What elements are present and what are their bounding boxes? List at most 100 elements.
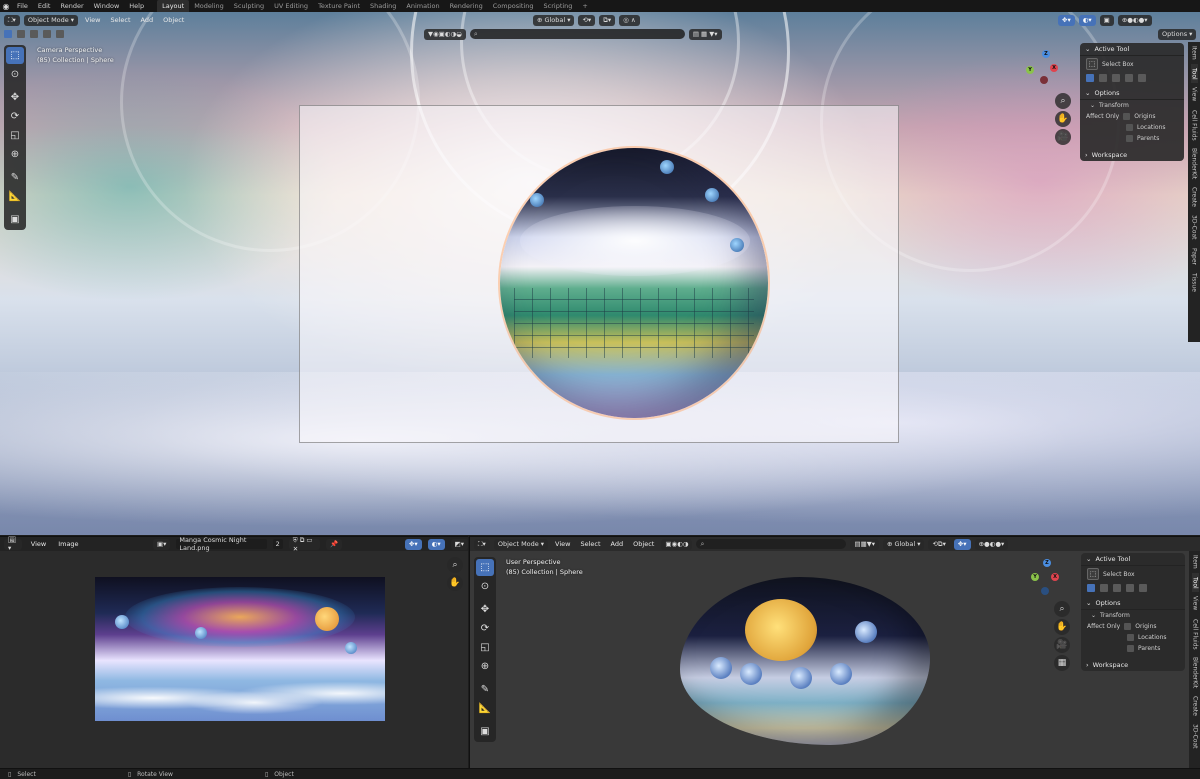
display-channels-icon[interactable]: ◩▾ [450,538,468,550]
pin-icon[interactable]: 📌 [325,538,343,550]
editor-type-button[interactable]: ⛶▾ [4,14,20,26]
tab-tissue[interactable]: Tissue [1191,269,1198,296]
viewport-camera[interactable]: ⛶▾ Object Mode ▾ View Select Add Object ⊕… [0,12,1200,535]
xray-icon[interactable]: ▣ [1099,14,1114,26]
parents-checkbox[interactable] [1127,645,1134,652]
menu-add[interactable]: Add [608,540,627,548]
mode-selector[interactable]: Object Mode ▾ [493,538,549,550]
affect-parents-row[interactable]: Parents [1081,643,1185,654]
locations-checkbox[interactable] [1126,124,1133,131]
rotate-tool-icon[interactable]: ⟳ [6,108,24,125]
menu-view[interactable]: View [82,16,103,24]
tab-3d-coat[interactable]: 3D-Coat [1191,211,1198,244]
scale-tool-icon[interactable]: ◱ [6,127,24,144]
image-editor[interactable]: 🖼▾ View Image ▣▾ Manga Cosmic Night Land… [0,536,468,768]
affect-origins-row[interactable]: Affect Only Origins [1081,621,1185,632]
zoom-icon[interactable]: ⌕ [1054,601,1070,617]
tab-view[interactable]: View [1191,83,1198,105]
perspective-toggle-icon[interactable]: ▦ [1054,655,1070,671]
proportional-edit-icon[interactable]: ◎ ∧ [619,14,640,26]
mode-new-icon[interactable] [1087,583,1095,592]
menu-select[interactable]: Select [577,540,603,548]
image-users-count[interactable]: 2 [272,539,283,549]
measure-tool-icon[interactable]: 📐 [6,188,24,205]
tab-create[interactable]: Create [1191,183,1198,211]
annotate-tool-icon[interactable]: ✎ [476,681,494,698]
mode-extend-icon[interactable] [1100,583,1108,592]
tab-item[interactable]: Item [1191,42,1198,64]
origins-checkbox[interactable] [1123,113,1131,120]
menu-edit[interactable]: Edit [33,0,56,12]
move-tool-icon[interactable]: ✥ [6,89,24,106]
affect-parents-row[interactable]: Parents [1080,133,1184,144]
measure-tool-icon[interactable]: 📐 [476,700,494,717]
cursor-tool-icon[interactable]: ⊙ [476,578,494,595]
tab-layout[interactable]: Layout [157,0,190,12]
select-extend-icon[interactable] [17,30,25,38]
tab-texture-paint[interactable]: Texture Paint [313,0,365,12]
camera-view-icon[interactable]: 🎥 [1054,637,1070,653]
menu-select[interactable]: Select [107,16,133,24]
y-axis-icon[interactable]: Y [1026,66,1034,74]
workspace-header[interactable]: › Workspace [1081,658,1185,671]
tab-blenderkit[interactable]: BlenderKit [1192,653,1199,692]
menu-object[interactable]: Object [160,16,187,24]
pivot-icon[interactable]: ⟲▾ [578,14,596,26]
filter-icons[interactable]: ▤ ▦ ▼▾ [688,28,722,40]
mode-intersect-icon[interactable] [1139,583,1147,592]
affect-locations-row[interactable]: Locations [1080,122,1184,133]
select-box-row[interactable]: ⬚ Select Box [1080,56,1184,72]
mode-new-icon[interactable] [1086,73,1094,82]
select-intersect-icon[interactable] [56,30,64,38]
menu-help[interactable]: Help [124,0,149,12]
parents-checkbox[interactable] [1126,135,1133,142]
view-layer-icons[interactable]: ▣◉◐◑ [661,538,693,550]
tab-item[interactable]: Item [1192,551,1199,573]
options-button[interactable]: Options ▾ [1158,28,1197,40]
shading-modes[interactable]: ⊕●◐●▾ [1117,14,1152,26]
neg-x-axis-icon[interactable] [1040,76,1048,84]
x-axis-icon[interactable]: X [1051,573,1059,581]
annotate-tool-icon[interactable]: ✎ [6,169,24,186]
mode-invert-icon[interactable] [1126,583,1134,592]
add-workspace-button[interactable]: + [577,0,592,12]
tab-cell-fluids[interactable]: Cell Fluids [1191,106,1198,145]
move-tool-icon[interactable]: ✥ [476,601,494,618]
mode-subtract-icon[interactable] [1113,583,1121,592]
snap-icon[interactable]: ⟲⧉▾ [928,538,950,550]
options-header[interactable]: ⌄ Options [1080,87,1184,100]
mode-extend-icon[interactable] [1099,73,1107,82]
mode-intersect-icon[interactable] [1138,73,1146,82]
navigation-gizmo[interactable]: Z X Y [1025,559,1061,595]
filter-icons[interactable]: ▤▦▼▾ [850,538,880,550]
navigation-gizmo[interactable]: Z X Y [1024,50,1060,86]
select-invert-icon[interactable] [43,30,51,38]
select-subtract-icon[interactable] [30,30,38,38]
options-header[interactable]: ⌄ Options [1081,597,1185,610]
select-box-tool-icon[interactable]: ⬚ [6,47,24,64]
blender-logo-icon[interactable]: ◉ [0,0,12,12]
workspace-header[interactable]: › Workspace [1080,148,1184,161]
deformed-sphere-object[interactable] [680,577,930,745]
tab-rendering[interactable]: Rendering [445,0,488,12]
tab-sculpting[interactable]: Sculpting [229,0,269,12]
image-name-field[interactable]: Manga Cosmic Night Land.png [176,536,267,552]
zoom-icon[interactable]: ⌕ [447,557,463,573]
menu-view[interactable]: View [28,540,49,548]
z-axis-icon[interactable]: Z [1042,50,1050,58]
rotate-tool-icon[interactable]: ⟳ [476,620,494,637]
transform-tool-icon[interactable]: ⊕ [476,658,494,675]
select-box-row[interactable]: ⬚ Select Box [1081,566,1185,582]
menu-file[interactable]: File [12,0,33,12]
tab-paper[interactable]: Paper [1191,244,1198,269]
mode-subtract-icon[interactable] [1112,73,1120,82]
tab-uv-editing[interactable]: UV Editing [269,0,313,12]
neg-z-axis-icon[interactable] [1041,587,1049,595]
tab-shading[interactable]: Shading [365,0,401,12]
select-new-icon[interactable] [4,30,12,38]
tab-3d-coat[interactable]: 3D-Coat [1192,720,1199,753]
tab-tool[interactable]: Tool [1191,572,1199,593]
z-axis-icon[interactable]: Z [1043,559,1051,567]
shading-modes[interactable]: ⊕●◐●▾ [974,538,1009,550]
add-cube-tool-icon[interactable]: ▣ [6,211,24,228]
